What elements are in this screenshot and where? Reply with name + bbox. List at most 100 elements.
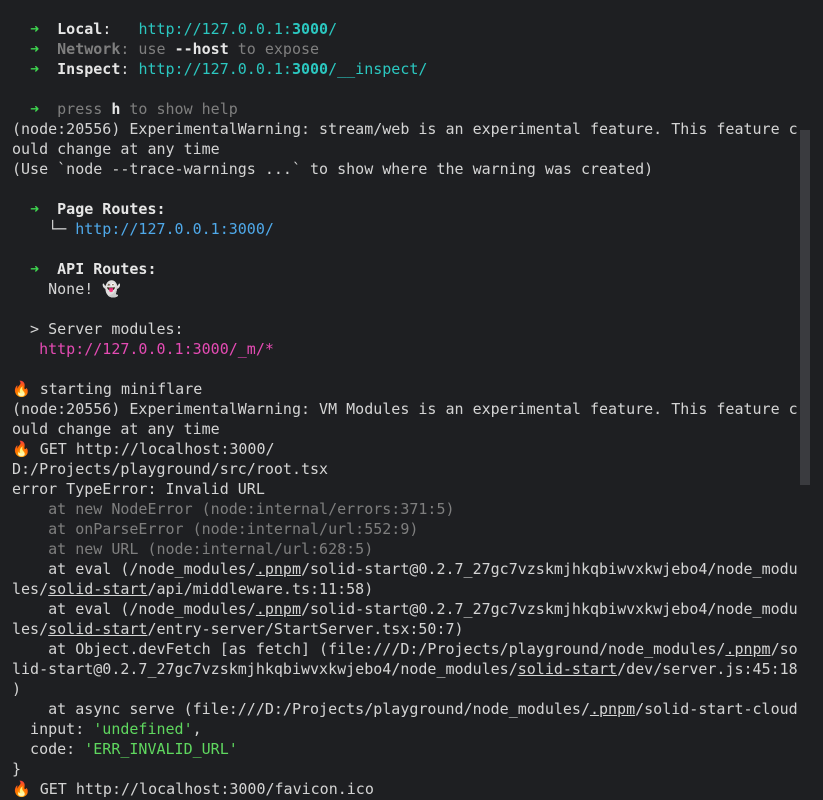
- terminal-text: error TypeError: Invalid URL: [12, 480, 265, 498]
- terminal-line: http://127.0.0.1:3000/_m/*: [12, 339, 812, 359]
- terminal-text: solid-start: [517, 660, 618, 678]
- terminal-line: ➜ Network: use --host to expose: [12, 39, 812, 59]
- terminal-text: ➜: [30, 100, 40, 118]
- terminal-line: code: 'ERR_INVALID_URL': [12, 739, 812, 759]
- terminal-text: /solid-start-cloud: [635, 700, 798, 718]
- terminal-line: at onParseError (node:internal/url:552:9…: [12, 519, 812, 539]
- terminal-text: > Server modules:: [12, 320, 184, 338]
- emoji-icon: 🔥: [12, 780, 31, 798]
- terminal-text: 3000: [291, 20, 329, 38]
- terminal-line: lid-start@0.2.7_27gc7vzskmjhkqbiwvxkwjeb…: [12, 659, 812, 679]
- terminal-line: les/solid-start/api/middleware.ts:11:58): [12, 579, 812, 599]
- terminal-text: GET http://localhost:3000/: [30, 440, 275, 458]
- terminal-text: Local: [57, 20, 103, 38]
- terminal-line: }: [12, 759, 812, 779]
- terminal-text: ): [12, 680, 22, 698]
- terminal-text: /dev/server.js:45:18: [617, 660, 798, 678]
- terminal-text: :: [120, 60, 139, 78]
- terminal-line: input: 'undefined',: [12, 719, 812, 739]
- terminal-text: ➜: [30, 200, 40, 218]
- terminal-window[interactable]: ➜ Local: http://127.0.0.1:3000/ ➜ Networ…: [0, 0, 823, 800]
- terminal-text: ,: [192, 720, 202, 738]
- terminal-text: --host: [174, 40, 229, 58]
- terminal-line: 🔥 starting miniflare: [12, 379, 812, 399]
- terminal-line: ould change at any time: [12, 419, 812, 439]
- terminal-text: at async serve (file:///D:/Projects/play…: [12, 700, 590, 718]
- terminal-line: > Server modules:: [12, 319, 812, 339]
- terminal-line: ): [12, 679, 812, 699]
- terminal-text: /solid-start@0.2.7_27gc7vzskmjhkqbiwvxkw…: [301, 600, 798, 618]
- terminal-line: ➜ Page Routes:: [12, 199, 812, 219]
- terminal-line: at new NodeError (node:internal/errors:3…: [12, 499, 812, 519]
- terminal-text: :: [102, 20, 139, 38]
- terminal-text: at eval (/node_modules/: [12, 560, 256, 578]
- terminal-text: les/: [12, 620, 49, 638]
- terminal-text: to show help: [120, 100, 238, 118]
- terminal-line: at Object.devFetch [as fetch] (file:///D…: [12, 639, 812, 659]
- terminal-line: (node:20556) ExperimentalWarning: VM Mod…: [12, 399, 812, 419]
- terminal-line: 🔥 GET http://localhost:3000/: [12, 439, 812, 459]
- terminal-text: /api/middleware.ts:11:58): [147, 580, 374, 598]
- terminal-text: (Use `node --trace-warnings ...` to show…: [12, 160, 654, 178]
- terminal-line: None! 👻: [12, 279, 812, 299]
- terminal-text: /solid-start@0.2.7_27gc7vzskmjhkqbiwvxkw…: [301, 560, 798, 578]
- terminal-line: (Use `node --trace-warnings ...` to show…: [12, 159, 812, 179]
- emoji-icon: 🔥: [12, 440, 31, 458]
- terminal-text: .pnpm: [255, 600, 301, 618]
- terminal-line: at eval (/node_modules/.pnpm/solid-start…: [12, 599, 812, 619]
- terminal-text: Page Routes:: [57, 200, 166, 218]
- terminal-line: ➜ press h to show help: [12, 99, 812, 119]
- terminal-text: http://127.0.0.1:3000/: [75, 220, 274, 238]
- terminal-line: (node:20556) ExperimentalWarning: stream…: [12, 119, 812, 139]
- terminal-text: 3000: [291, 60, 329, 78]
- terminal-text: ➜: [30, 20, 40, 38]
- terminal-line: ➜ Local: http://127.0.0.1:3000/: [12, 19, 812, 39]
- scrollbar-thumb[interactable]: [800, 130, 810, 485]
- terminal-text: None!: [12, 280, 103, 298]
- terminal-text: solid-start: [48, 580, 148, 598]
- terminal-text: to expose: [228, 40, 320, 58]
- terminal-line: 🔥 GET http://localhost:3000/favicon.ico: [12, 779, 812, 799]
- terminal-line: error TypeError: Invalid URL: [12, 479, 812, 499]
- terminal-text: http://127.0.0.1:3000/_m/*: [39, 340, 274, 358]
- terminal-text: : use: [120, 40, 175, 58]
- terminal-text: D:/Projects/playground/src/root.tsx: [12, 460, 329, 478]
- terminal-text: ➜: [30, 60, 40, 78]
- emoji-icon: 🔥: [12, 380, 31, 398]
- terminal-text: ould change at any time: [12, 140, 220, 158]
- terminal-text: .pnpm: [725, 640, 771, 658]
- terminal-text: }: [12, 760, 22, 778]
- terminal-text: ➜: [30, 40, 40, 58]
- terminal-text: (node:20556) ExperimentalWarning: VM Mod…: [12, 400, 798, 418]
- terminal-text: http://127.0.0.1:: [138, 60, 292, 78]
- terminal-line: └─ http://127.0.0.1:3000/: [12, 219, 812, 239]
- terminal-line: les/solid-start/entry-server/StartServer…: [12, 619, 812, 639]
- terminal-text: solid-start: [48, 620, 148, 638]
- terminal-text: API Routes:: [57, 260, 157, 278]
- terminal-text: at eval (/node_modules/: [12, 600, 256, 618]
- scrollbar-track[interactable]: [800, 130, 810, 800]
- terminal-text: http://127.0.0.1:: [138, 20, 292, 38]
- terminal-text: (node:20556) ExperimentalWarning: stream…: [12, 120, 798, 138]
- terminal-text: 'ERR_INVALID_URL': [84, 740, 238, 758]
- terminal-text: input:: [12, 720, 94, 738]
- terminal-text: at Object.devFetch [as fetch] (file:///D…: [12, 640, 726, 658]
- terminal-text: .pnpm: [589, 700, 636, 718]
- terminal-line: D:/Projects/playground/src/root.tsx: [12, 459, 812, 479]
